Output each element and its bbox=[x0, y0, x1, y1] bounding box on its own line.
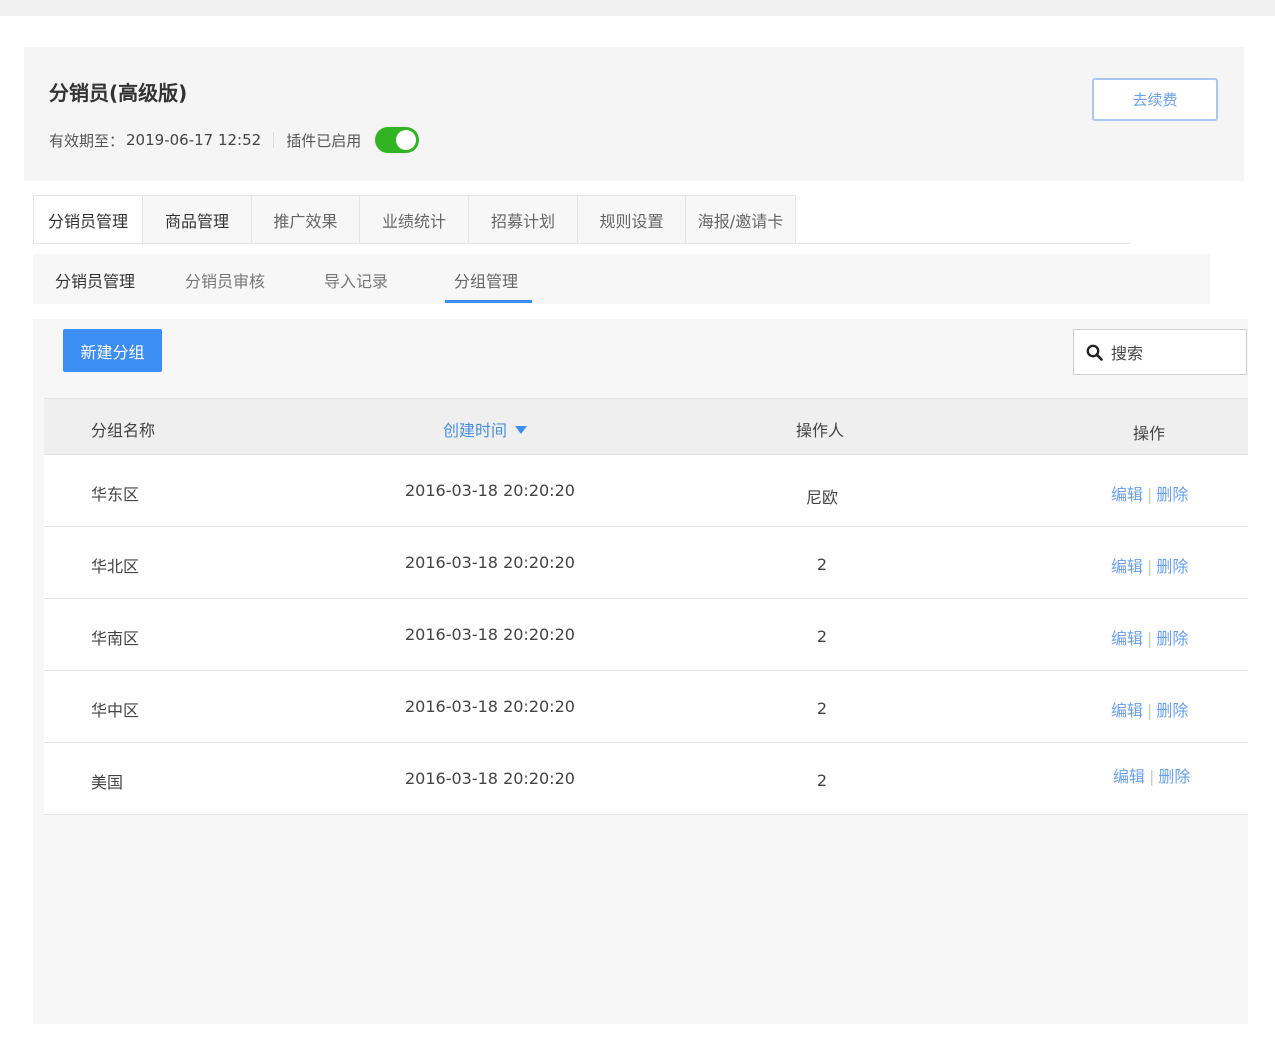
main-tabs-divider bbox=[33, 243, 1131, 244]
subtab-group-management[interactable]: 分组管理 bbox=[454, 268, 518, 292]
table-row: 华中区 2016-03-18 20:20:20 2 编辑 | 删除 bbox=[44, 671, 1248, 743]
expiry-date: 2019-06-17 12:52 bbox=[126, 131, 262, 149]
table-header: 分组名称 创建时间 操作人 操作 bbox=[44, 398, 1248, 455]
header-actions: 操作 bbox=[1133, 424, 1166, 443]
header-created-time[interactable]: 创建时间 bbox=[443, 417, 528, 441]
plugin-info-card: 分销员(高级版) 有效期至： 2019-06-17 12:52 插件已启用 去续… bbox=[24, 47, 1244, 181]
meta-divider bbox=[273, 132, 275, 148]
expiry-label: 有效期至： bbox=[49, 131, 125, 150]
created-time: 2016-03-18 20:20:20 bbox=[405, 697, 575, 716]
created-time: 2016-03-18 20:20:20 bbox=[405, 625, 575, 644]
table-row: 华北区 2016-03-18 20:20:20 2 编辑 | 删除 bbox=[44, 527, 1248, 599]
subtab-distributor-review[interactable]: 分销员审核 bbox=[185, 268, 265, 292]
sort-down-icon bbox=[515, 426, 528, 434]
header-operator: 操作人 bbox=[796, 421, 845, 440]
delete-link[interactable]: 删除 bbox=[1156, 629, 1188, 648]
tab-rule-settings[interactable]: 规则设置 bbox=[578, 196, 686, 243]
edit-link[interactable]: 编辑 bbox=[1111, 701, 1143, 720]
plugin-enabled-toggle[interactable] bbox=[375, 127, 420, 153]
operator: 2 bbox=[816, 699, 828, 718]
delete-link[interactable]: 删除 bbox=[1156, 701, 1188, 720]
tab-recruitment-plan[interactable]: 招募计划 bbox=[469, 196, 578, 243]
row-actions: 编辑 | 删除 bbox=[1111, 553, 1188, 577]
top-bar bbox=[0, 0, 1275, 16]
main-tabs: 分销员管理 商品管理 推广效果 业绩统计 招募计划 规则设置 海报/邀请卡 bbox=[33, 195, 796, 243]
plugin-title: 分销员(高级版) bbox=[49, 81, 188, 105]
search-placeholder: 搜索 bbox=[1111, 344, 1144, 363]
active-subtab-indicator bbox=[445, 300, 532, 303]
tab-performance-stats[interactable]: 业绩统计 bbox=[360, 196, 469, 243]
row-actions: 编辑 | 删除 bbox=[1111, 481, 1188, 505]
tab-distributor-management[interactable]: 分销员管理 bbox=[34, 196, 143, 243]
header-group-name: 分组名称 bbox=[91, 421, 156, 440]
created-time: 2016-03-18 20:20:20 bbox=[405, 769, 575, 788]
operator: 尼欧 bbox=[805, 488, 839, 507]
plugin-meta: 有效期至： 2019-06-17 12:52 插件已启用 bbox=[49, 127, 420, 153]
tab-poster-invitation[interactable]: 海报/邀请卡 bbox=[686, 196, 795, 243]
table-row: 美国 2016-03-18 20:20:20 2 编辑 | 删除 bbox=[44, 743, 1248, 815]
new-group-button[interactable]: 新建分组 bbox=[63, 329, 162, 372]
group-table: 分组名称 创建时间 操作人 操作 华东区 2016-03-18 20:20:20… bbox=[44, 398, 1248, 815]
action-divider: | bbox=[1147, 701, 1153, 720]
renew-button[interactable]: 去续费 bbox=[1092, 78, 1218, 121]
action-divider: | bbox=[1147, 485, 1153, 504]
group-name: 美国 bbox=[91, 773, 124, 792]
action-divider: | bbox=[1149, 767, 1155, 786]
edit-link[interactable]: 编辑 bbox=[1111, 485, 1143, 504]
action-divider: | bbox=[1147, 557, 1153, 576]
group-name: 华南区 bbox=[91, 629, 140, 648]
delete-link[interactable]: 删除 bbox=[1156, 485, 1188, 504]
header-created-time-label: 创建时间 bbox=[443, 421, 508, 440]
tab-promotion-effect[interactable]: 推广效果 bbox=[252, 196, 360, 243]
row-actions: 编辑 | 删除 bbox=[1111, 697, 1188, 721]
toggle-knob bbox=[396, 130, 417, 150]
table-row: 华南区 2016-03-18 20:20:20 2 编辑 | 删除 bbox=[44, 599, 1248, 671]
table-row: 华东区 2016-03-18 20:20:20 尼欧 编辑 | 删除 bbox=[44, 455, 1248, 527]
row-actions: 编辑 | 删除 bbox=[1111, 625, 1188, 649]
edit-link[interactable]: 编辑 bbox=[1111, 557, 1143, 576]
subtab-distributor-management[interactable]: 分销员管理 bbox=[55, 268, 135, 292]
operator: 2 bbox=[816, 555, 828, 574]
subtab-import-records[interactable]: 导入记录 bbox=[324, 268, 388, 292]
group-management-panel: 新建分组 搜索 分组名称 创建时间 操作人 操作 华东区 2016-03-18 … bbox=[33, 319, 1248, 1024]
delete-link[interactable]: 删除 bbox=[1158, 767, 1190, 786]
tab-product-management[interactable]: 商品管理 bbox=[143, 196, 252, 243]
group-name: 华东区 bbox=[91, 485, 140, 504]
operator: 2 bbox=[816, 627, 828, 646]
created-time: 2016-03-18 20:20:20 bbox=[405, 553, 575, 572]
edit-link[interactable]: 编辑 bbox=[1113, 767, 1145, 786]
created-time: 2016-03-18 20:20:20 bbox=[405, 481, 575, 500]
action-divider: | bbox=[1147, 629, 1153, 648]
delete-link[interactable]: 删除 bbox=[1156, 557, 1188, 576]
edit-link[interactable]: 编辑 bbox=[1111, 629, 1143, 648]
group-name: 华北区 bbox=[91, 557, 140, 576]
group-name: 华中区 bbox=[91, 701, 140, 720]
row-actions: 编辑 | 删除 bbox=[1113, 763, 1190, 787]
search-input[interactable]: 搜索 bbox=[1073, 329, 1247, 375]
sub-tabs: 分销员管理 分销员审核 导入记录 分组管理 bbox=[33, 254, 1210, 304]
search-icon bbox=[1086, 344, 1103, 361]
operator: 2 bbox=[816, 771, 828, 790]
plugin-status-label: 插件已启用 bbox=[286, 131, 362, 150]
